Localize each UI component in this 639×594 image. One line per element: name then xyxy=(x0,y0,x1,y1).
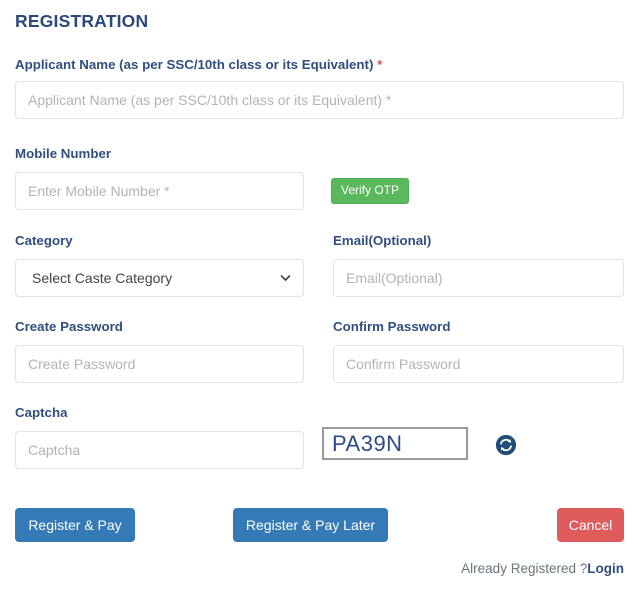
register-and-pay-button[interactable]: Register & Pay xyxy=(15,508,135,542)
already-registered-note: Already Registered ?Login xyxy=(461,561,624,576)
already-registered-text: Already Registered ? xyxy=(461,561,588,576)
applicant-name-input[interactable] xyxy=(15,81,624,119)
captcha-input[interactable] xyxy=(15,431,304,469)
captcha-label: Captcha xyxy=(15,405,68,420)
mobile-number-label: Mobile Number xyxy=(15,146,112,161)
cancel-button[interactable]: Cancel xyxy=(557,508,624,542)
captcha-image: PA39N xyxy=(322,427,468,460)
login-link[interactable]: Login xyxy=(587,561,624,576)
category-select-wrapper: Select Caste Category xyxy=(15,259,304,297)
create-password-label: Create Password xyxy=(15,319,123,334)
email-input[interactable] xyxy=(333,259,624,297)
page-title: REGISTRATION xyxy=(15,11,149,31)
mobile-number-input[interactable] xyxy=(15,172,304,210)
applicant-name-label-text: Applicant Name (as per SSC/10th class or… xyxy=(15,57,374,72)
email-label: Email(Optional) xyxy=(333,233,432,248)
create-password-input[interactable] xyxy=(15,345,304,383)
registration-page: REGISTRATION Applicant Name (as per SSC/… xyxy=(0,0,639,594)
category-select[interactable]: Select Caste Category xyxy=(15,259,304,297)
category-label: Category xyxy=(15,233,73,248)
refresh-icon[interactable] xyxy=(495,434,517,456)
verify-otp-button[interactable]: Verify OTP xyxy=(331,178,410,205)
confirm-password-input[interactable] xyxy=(333,345,624,383)
register-and-pay-later-button[interactable]: Register & Pay Later xyxy=(233,508,388,542)
confirm-password-label: Confirm Password xyxy=(333,319,451,334)
applicant-name-label: Applicant Name (as per SSC/10th class or… xyxy=(15,57,382,73)
applicant-name-required-star: * xyxy=(377,57,383,72)
